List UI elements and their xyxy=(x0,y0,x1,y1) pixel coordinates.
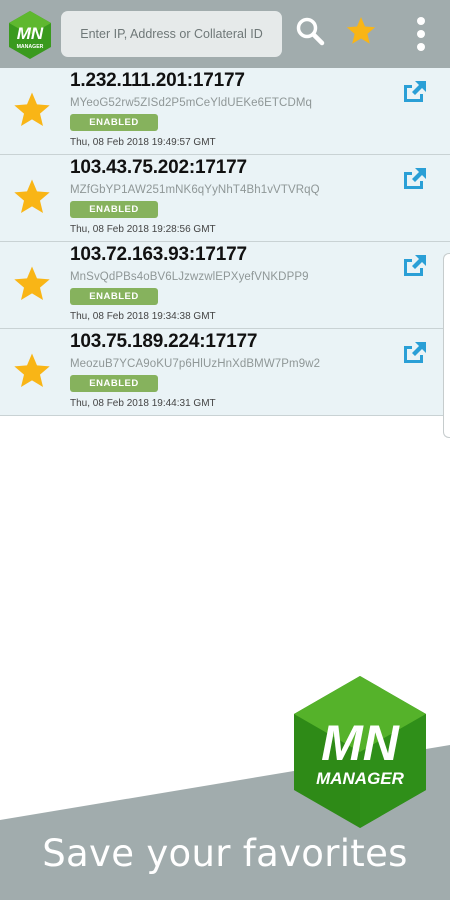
favorite-star-icon[interactable] xyxy=(12,351,52,391)
external-link-icon[interactable] xyxy=(401,253,428,278)
promo-logo-text-top: MN xyxy=(321,715,400,771)
node-key: MZfGbYP1AW251mNK6qYyNhT4Bh1vVTVRqQ xyxy=(70,184,320,196)
favorite-star-icon[interactable] xyxy=(12,90,52,130)
star-icon xyxy=(346,17,376,44)
logo-text-top: MN xyxy=(17,24,44,43)
promo-logo: MN MANAGER xyxy=(294,676,426,828)
node-key: MYeoG52rw5ZISd2P5mCeYldUEKe6ETCDMq xyxy=(70,97,313,109)
node-address: 103.75.189.224:17177 xyxy=(70,331,258,352)
external-link-icon[interactable] xyxy=(401,79,428,104)
promo-tagline: Save your favorites xyxy=(42,832,408,875)
node-key: MeozuB7YCA9oKU7p6HlUzHnXdBMW7Pm9w2 xyxy=(70,358,321,370)
status-badge: ENABLED xyxy=(70,375,158,392)
favorite-star-icon[interactable] xyxy=(12,177,52,217)
search-placeholder: Enter IP, Address or Collateral ID xyxy=(80,27,263,41)
external-link-icon[interactable] xyxy=(401,340,428,365)
node-key: MnSvQdPBs4oBV6LJzwzwlEPXyefVNKDPP9 xyxy=(70,271,309,283)
node-timestamp: Thu, 08 Feb 2018 19:44:31 GMT xyxy=(70,398,216,409)
search-input[interactable]: Enter IP, Address or Collateral ID xyxy=(61,11,282,57)
more-vertical-icon xyxy=(417,17,425,51)
node-timestamp: Thu, 08 Feb 2018 19:34:38 GMT xyxy=(70,311,216,322)
scroll-handle[interactable] xyxy=(443,253,450,438)
status-badge: ENABLED xyxy=(70,288,158,305)
app-logo: MN MANAGER xyxy=(9,11,51,59)
app-header: MN MANAGER Enter IP, Address or Collater… xyxy=(0,0,450,68)
list-item[interactable]: 1.232.111.201:17177 MYeoG52rw5ZISd2P5mCe… xyxy=(0,68,450,155)
list-item[interactable]: 103.72.163.93:17177 MnSvQdPBs4oBV6LJzwzw… xyxy=(0,242,450,329)
status-badge: ENABLED xyxy=(70,114,158,131)
menu-button[interactable] xyxy=(408,14,434,54)
search-button[interactable] xyxy=(293,14,327,48)
list-item[interactable]: 103.43.75.202:17177 MZfGbYP1AW251mNK6qYy… xyxy=(0,155,450,242)
favorite-star-icon[interactable] xyxy=(12,264,52,304)
promo-logo-text-bottom: MANAGER xyxy=(316,769,405,788)
node-address: 1.232.111.201:17177 xyxy=(70,70,245,91)
node-address: 103.72.163.93:17177 xyxy=(70,244,247,265)
node-timestamp: Thu, 08 Feb 2018 19:49:57 GMT xyxy=(70,137,216,148)
masternode-list: 1.232.111.201:17177 MYeoG52rw5ZISd2P5mCe… xyxy=(0,68,450,416)
status-badge: ENABLED xyxy=(70,201,158,218)
list-item[interactable]: 103.75.189.224:17177 MeozuB7YCA9oKU7p6Hl… xyxy=(0,329,450,416)
favorites-button[interactable] xyxy=(344,14,378,48)
external-link-icon[interactable] xyxy=(401,166,428,191)
search-icon xyxy=(296,17,325,46)
node-timestamp: Thu, 08 Feb 2018 19:28:56 GMT xyxy=(70,224,216,235)
logo-text-bottom: MANAGER xyxy=(17,44,44,50)
node-address: 103.43.75.202:17177 xyxy=(70,157,247,178)
